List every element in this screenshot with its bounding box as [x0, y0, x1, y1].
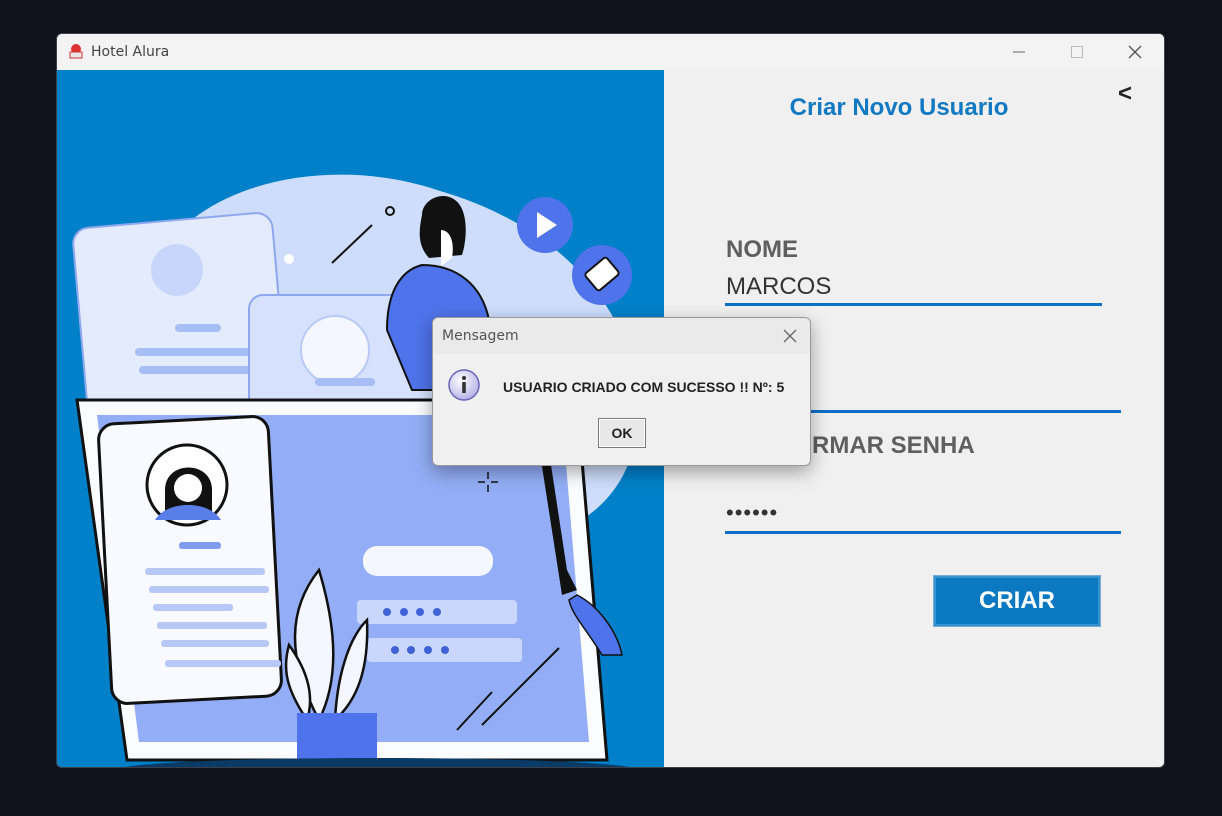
title-bar[interactable]: Hotel Alura — [57, 34, 1164, 70]
close-icon — [783, 329, 797, 343]
form-title: Criar Novo Usuario — [789, 94, 1009, 121]
name-input[interactable]: MARCOS — [726, 273, 831, 301]
dialog-title: Mensagem — [442, 328, 519, 344]
crosshair-cursor-icon — [478, 472, 498, 492]
message-dialog: Mensagem USUARIO CRIADO COM SUCESSO !! N… — [432, 317, 811, 466]
minimize-button[interactable] — [990, 34, 1048, 70]
confirm-password-label: RMAR SENHA — [812, 432, 975, 459]
dialog-message: USUARIO CRIADO COM SUCESSO !! Nº: 5 — [503, 379, 785, 395]
maximize-icon — [1071, 46, 1083, 58]
hotel-logo-icon — [69, 44, 83, 59]
dialog-close-button[interactable] — [778, 324, 802, 348]
close-button[interactable] — [1106, 34, 1164, 70]
info-icon — [448, 369, 480, 401]
maximize-button[interactable] — [1048, 34, 1106, 70]
confirm-password-underline — [725, 531, 1121, 534]
back-button[interactable]: < — [1118, 80, 1132, 108]
ok-button[interactable]: OK — [598, 418, 646, 448]
close-icon — [1128, 45, 1142, 59]
dialog-title-bar[interactable]: Mensagem — [433, 318, 810, 354]
minimize-icon — [1013, 51, 1025, 53]
criar-button[interactable]: CRIAR — [933, 575, 1101, 627]
name-underline — [725, 303, 1102, 306]
name-label: NOME — [726, 236, 798, 263]
window-title: Hotel Alura — [91, 44, 170, 60]
confirm-password-input[interactable]: •••••• — [726, 500, 778, 526]
